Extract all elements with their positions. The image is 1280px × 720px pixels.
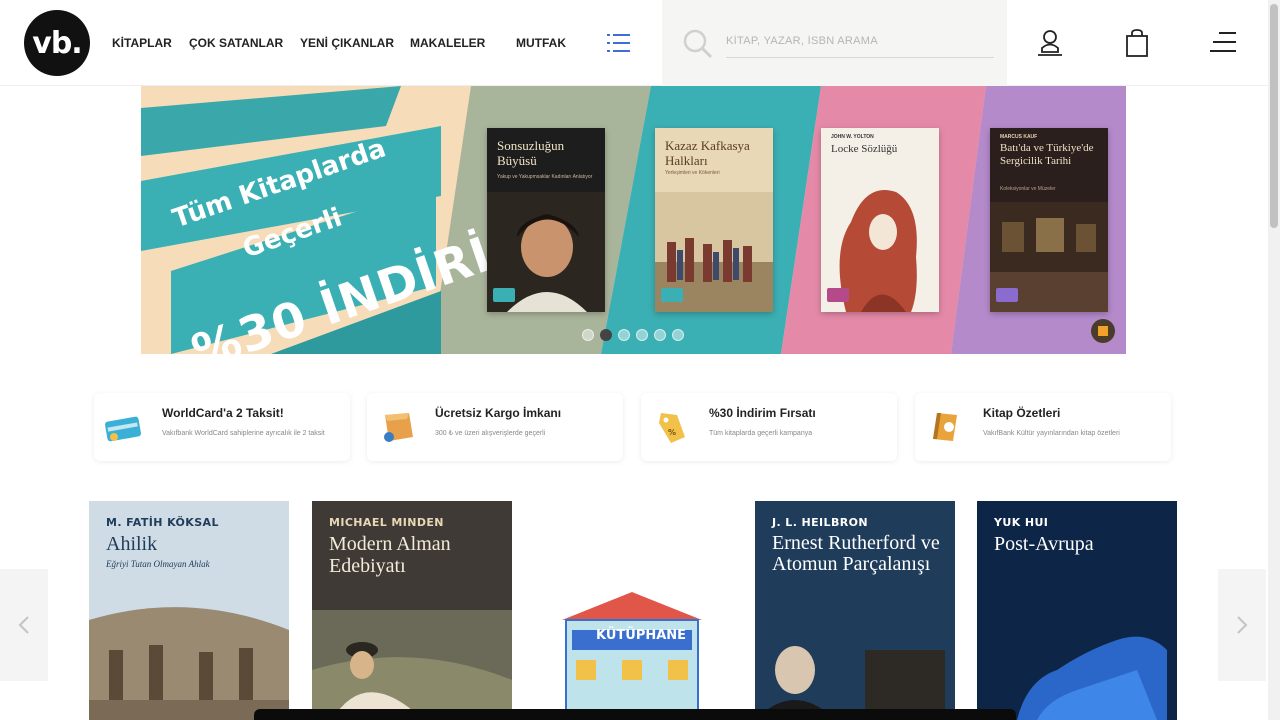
nav-kitaplar[interactable]: KİTAPLAR bbox=[112, 36, 172, 50]
feature-card-worldcard[interactable]: WorldCard'a 2 Taksit! Vakıfbank WorldCar… bbox=[94, 393, 350, 461]
credit-card-icon bbox=[104, 416, 142, 442]
nav-yeni-cikanlar[interactable]: YENİ ÇIKANLAR bbox=[300, 36, 394, 50]
book-subtitle: Yerleşimleri ve Kökenleri bbox=[665, 170, 720, 176]
book-subtitle: Eğriyi Tutan Olmayan Ahlak bbox=[106, 559, 210, 569]
feature-strip: WorldCard'a 2 Taksit! Vakıfbank WorldCar… bbox=[94, 393, 1174, 461]
hamburger-menu-icon[interactable] bbox=[1209, 29, 1237, 55]
feature-card-summaries[interactable]: Kitap Özetleri VakıfBank Kültür yayınlar… bbox=[915, 393, 1171, 461]
feature-title: WorldCard'a 2 Taksit! bbox=[162, 406, 284, 420]
carousel-prev-button[interactable] bbox=[0, 569, 48, 681]
banner-book-3[interactable]: JOHN W. YOLTON Locke Sözlüğü bbox=[821, 128, 939, 312]
svg-text:%: % bbox=[668, 428, 676, 437]
book-title: Ernest Rutherford ve Atomun Parçalanışı bbox=[772, 532, 940, 575]
book-title: KÜTÜPHANE bbox=[596, 628, 687, 643]
slider-dots bbox=[582, 329, 684, 341]
slider-dot-active[interactable] bbox=[600, 329, 612, 341]
shopping-bag-icon[interactable] bbox=[1124, 28, 1150, 58]
book-title: Locke Sözlüğü bbox=[831, 143, 898, 155]
search-icon[interactable] bbox=[682, 28, 714, 60]
book-author: MICHAEL MINDEN bbox=[329, 516, 444, 529]
banner-book-4[interactable]: MARCUS KAUF Batı'da ve Türkiye'de Sergic… bbox=[990, 128, 1108, 312]
banner-book-2[interactable]: Kazaz Kafkasya Halkları Yerleşimleri ve … bbox=[655, 128, 773, 312]
nav-cok-satanlar[interactable]: ÇOK SATANLAR bbox=[189, 36, 283, 50]
feature-description: VakıfBank Kültür yayınlarından kitap öze… bbox=[983, 430, 1120, 437]
publisher-logo bbox=[827, 288, 849, 302]
carousel-book-2[interactable]: MICHAEL MINDEN Modern Alman Edebiyatı bbox=[312, 501, 512, 720]
book-title: Ahilik bbox=[106, 533, 158, 555]
carousel-book-4[interactable]: J. L. HEILBRON Ernest Rutherford ve Atom… bbox=[755, 501, 955, 720]
chevron-left-icon bbox=[18, 616, 29, 634]
book-painting-art bbox=[312, 610, 512, 720]
book-author: YUK HUI bbox=[994, 516, 1049, 529]
feature-card-discount[interactable]: % %30 İndirim Fırsatı Tüm kitaplarda geç… bbox=[641, 393, 897, 461]
feature-description: 300 ₺ ve üzeri alışverişlerde geçerli bbox=[435, 430, 546, 437]
feature-description: Tüm kitaplarda geçerli kampanya bbox=[709, 430, 813, 437]
carousel-next-button[interactable] bbox=[1218, 569, 1266, 681]
book-library-art bbox=[532, 590, 732, 720]
publisher-logo bbox=[996, 288, 1018, 302]
carousel-book-3[interactable]: KÜTÜPHANE bbox=[532, 501, 732, 720]
hero-banner[interactable]: Tüm Kitaplarda Geçerli %30 İNDİRİM Sonsu… bbox=[141, 86, 1126, 354]
carousel-book-1[interactable]: M. FATİH KÖKSAL Ahilik Eğriyi Tutan Olma… bbox=[89, 501, 289, 720]
book-title: Batı'da ve Türkiye'de Sergicilik Tarihi bbox=[1000, 142, 1094, 167]
slider-dot[interactable] bbox=[654, 329, 666, 341]
book-author: MARCUS KAUF bbox=[1000, 134, 1038, 140]
nav-makaleler[interactable]: MAKALELER bbox=[410, 36, 485, 50]
book-author: JOHN W. YOLTON bbox=[831, 134, 874, 140]
slider-dot[interactable] bbox=[582, 329, 594, 341]
slider-dot[interactable] bbox=[618, 329, 630, 341]
feature-title: Ücretsiz Kargo İmkanı bbox=[435, 406, 562, 420]
book-portrait-art bbox=[755, 630, 955, 720]
scrollbar-thumb[interactable] bbox=[1270, 4, 1278, 228]
pause-icon bbox=[1098, 326, 1108, 336]
site-header: vb. KİTAPLAR ÇOK SATANLAR YENİ ÇIKANLAR … bbox=[0, 0, 1268, 86]
page: vb. KİTAPLAR ÇOK SATANLAR YENİ ÇIKANLAR … bbox=[0, 0, 1280, 720]
slider-dot[interactable] bbox=[672, 329, 684, 341]
publisher-logo bbox=[661, 288, 683, 302]
chevron-right-icon bbox=[1237, 616, 1248, 634]
feature-title: %30 İndirim Fırsatı bbox=[709, 406, 816, 420]
book-summary-icon bbox=[933, 413, 957, 441]
book-subtitle: Koleksiyonlar ve Müzeler bbox=[1000, 186, 1056, 192]
book-title: Modern Alman Edebiyatı bbox=[329, 533, 451, 577]
book-author: J. L. HEILBRON bbox=[772, 516, 868, 529]
nav-mutfak[interactable]: MUTFAK bbox=[516, 36, 566, 50]
book-subtitle: Yakup ve Yakupmsaklar Kadınları Anlatıyo… bbox=[497, 174, 593, 180]
feature-description: Vakıfbank WorldCard sahiplerine ayrıcalı… bbox=[162, 430, 325, 437]
logo-text: vb. bbox=[32, 25, 82, 61]
book-europe-map-art bbox=[977, 610, 1177, 720]
publisher-logo bbox=[493, 288, 515, 302]
feature-title: Kitap Özetleri bbox=[983, 406, 1061, 420]
book-carousel: M. FATİH KÖKSAL Ahilik Eğriyi Tutan Olma… bbox=[0, 500, 1268, 720]
feature-card-cargo[interactable]: Ücretsiz Kargo İmkanı 300 ₺ ve üzeri alı… bbox=[367, 393, 623, 461]
user-icon[interactable] bbox=[1036, 28, 1064, 58]
book-title: Sonsuzluğun Büyüsü bbox=[497, 138, 565, 168]
bottom-overlay-bar bbox=[254, 709, 1016, 720]
book-market-art bbox=[89, 590, 289, 720]
search-input[interactable] bbox=[726, 28, 994, 58]
menu-list-icon[interactable] bbox=[606, 32, 632, 54]
carousel-book-5[interactable]: YUK HUI Post-Avrupa bbox=[977, 501, 1177, 720]
site-logo[interactable]: vb. bbox=[24, 10, 90, 76]
discount-tag-icon: % bbox=[659, 413, 685, 443]
slider-pause-button[interactable] bbox=[1091, 319, 1115, 343]
cargo-box-icon bbox=[384, 413, 413, 442]
slider-dot[interactable] bbox=[636, 329, 648, 341]
book-title: Post-Avrupa bbox=[994, 533, 1094, 555]
book-author: M. FATİH KÖKSAL bbox=[106, 516, 219, 529]
banner-book-1[interactable]: Sonsuzluğun Büyüsü Yakup ve Yakupmsaklar… bbox=[487, 128, 605, 312]
book-title: Kazaz Kafkasya Halkları bbox=[665, 138, 750, 168]
